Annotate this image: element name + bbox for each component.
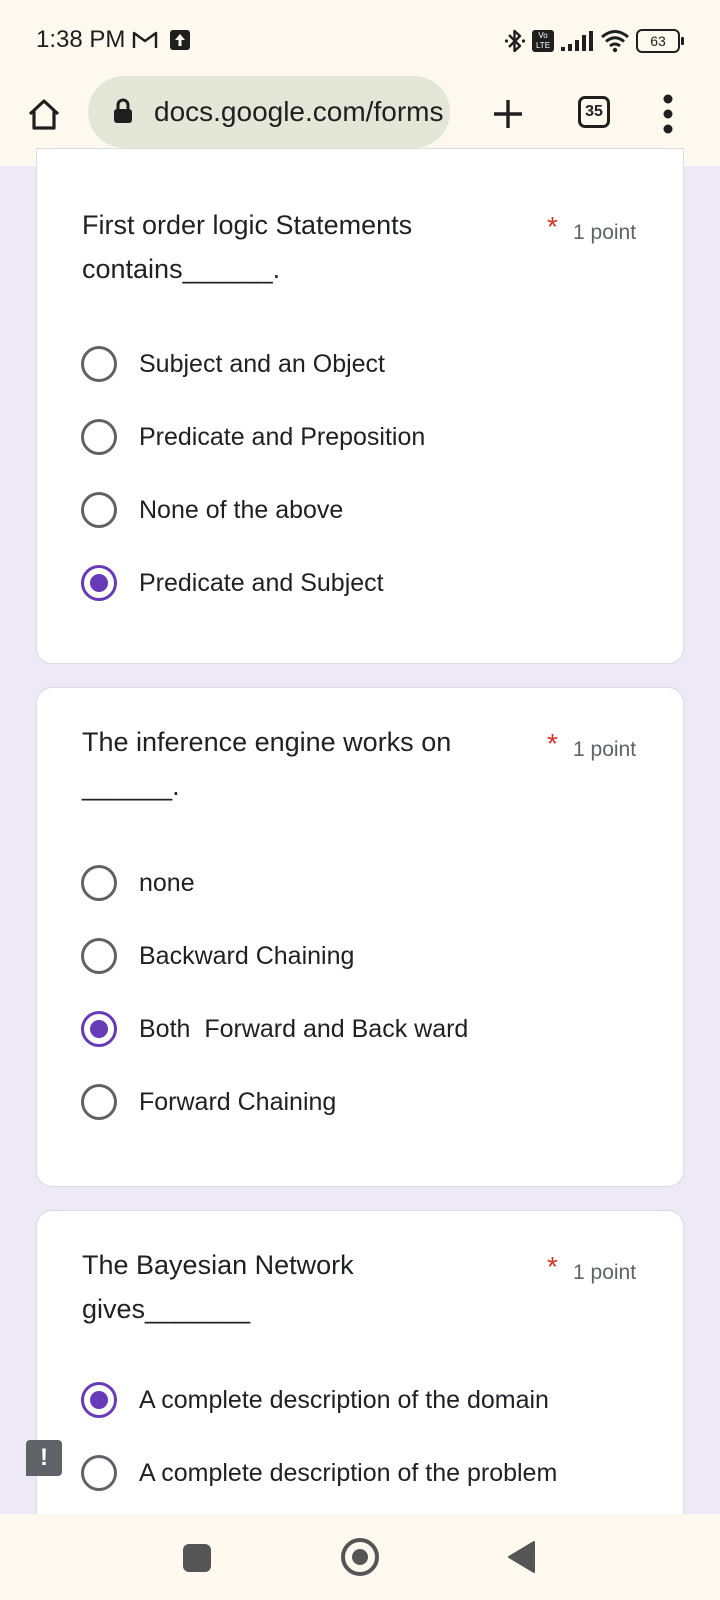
- address-bar[interactable]: docs.google.com/forms: [88, 76, 450, 148]
- question-points: 1 point: [573, 738, 637, 761]
- option-label: none: [139, 868, 195, 897]
- status-bar: 1:38 PM Vo LTE 63: [0, 0, 720, 82]
- question-points: 1 point: [573, 221, 637, 244]
- question-title: The Bayesian Network gives_______: [82, 1250, 354, 1324]
- url-text: docs.google.com/forms: [154, 96, 444, 127]
- answer-option[interactable]: Predicate and Subject: [81, 558, 661, 608]
- wifi-icon: [601, 30, 629, 53]
- required-asterisk: *: [547, 1251, 558, 1282]
- battery-indicator: 63: [636, 29, 684, 53]
- required-asterisk: *: [547, 728, 558, 759]
- back-icon[interactable]: [506, 1540, 536, 1574]
- answer-option[interactable]: Subject and an Object: [81, 339, 661, 389]
- radio-button-selected[interactable]: [81, 565, 117, 601]
- answer-option[interactable]: Both Forward and Back ward: [81, 1004, 661, 1054]
- answer-option[interactable]: Backward Chaining: [81, 931, 661, 981]
- radio-button[interactable]: [81, 346, 117, 382]
- volte-bottom-label: LTE: [535, 41, 551, 50]
- required-asterisk: *: [547, 211, 558, 242]
- option-label: None of the above: [139, 495, 344, 524]
- radio-button[interactable]: [81, 1455, 117, 1491]
- question-points: 1 point: [573, 1261, 637, 1284]
- upload-icon: [170, 30, 190, 50]
- question-card: First order logic Statements contains___…: [36, 148, 684, 664]
- option-label: Predicate and Preposition: [139, 422, 426, 451]
- answer-option[interactable]: A complete description of the problem: [81, 1448, 661, 1498]
- option-label: A complete description of the domain: [139, 1385, 549, 1414]
- volte-icon: Vo LTE: [532, 30, 554, 52]
- option-label: A complete description of the problem: [139, 1458, 558, 1487]
- radio-button[interactable]: [81, 419, 117, 455]
- option-label: Backward Chaining: [139, 941, 355, 970]
- status-time: 1:38 PM: [36, 26, 126, 53]
- question-title: First order logic Statements contains___…: [82, 210, 413, 284]
- option-label: Subject and an Object: [139, 349, 385, 378]
- answer-option[interactable]: none: [81, 858, 661, 908]
- radio-button[interactable]: [81, 492, 117, 528]
- radio-button-selected[interactable]: [81, 1382, 117, 1418]
- radio-button[interactable]: [81, 938, 117, 974]
- home-nav-icon[interactable]: [341, 1538, 379, 1576]
- question-card: The Bayesian Network gives_______ * 1 po…: [36, 1210, 684, 1550]
- home-icon[interactable]: [26, 96, 62, 132]
- answer-option[interactable]: Predicate and Preposition: [81, 412, 661, 462]
- bluetooth-icon: [504, 29, 526, 53]
- gmail-icon: [132, 31, 158, 48]
- tab-switcher-button[interactable]: 35: [578, 96, 610, 128]
- option-label: Both Forward and Back ward: [139, 1014, 469, 1043]
- option-label: Forward Chaining: [139, 1087, 337, 1116]
- question-title: The inference engine works on ______.: [82, 727, 452, 801]
- feedback-icon[interactable]: !: [26, 1440, 62, 1476]
- radio-button[interactable]: [81, 1084, 117, 1120]
- navigation-bar: [0, 1514, 720, 1600]
- question-card: The inference engine works on ______. * …: [36, 687, 684, 1187]
- more-options-icon[interactable]: [656, 92, 680, 136]
- answer-option[interactable]: None of the above: [81, 485, 661, 535]
- option-label: Predicate and Subject: [139, 568, 384, 597]
- signal-icon: [561, 31, 593, 51]
- radio-button-selected[interactable]: [81, 1011, 117, 1047]
- answer-option[interactable]: Forward Chaining: [81, 1077, 661, 1127]
- answer-option[interactable]: A complete description of the domain: [81, 1375, 661, 1425]
- volte-top-label: Vo: [538, 31, 548, 40]
- recents-icon[interactable]: [183, 1544, 211, 1572]
- status-icons: Vo LTE 63: [504, 26, 684, 56]
- radio-button[interactable]: [81, 865, 117, 901]
- lock-icon: [114, 98, 132, 123]
- new-tab-icon[interactable]: [488, 94, 528, 134]
